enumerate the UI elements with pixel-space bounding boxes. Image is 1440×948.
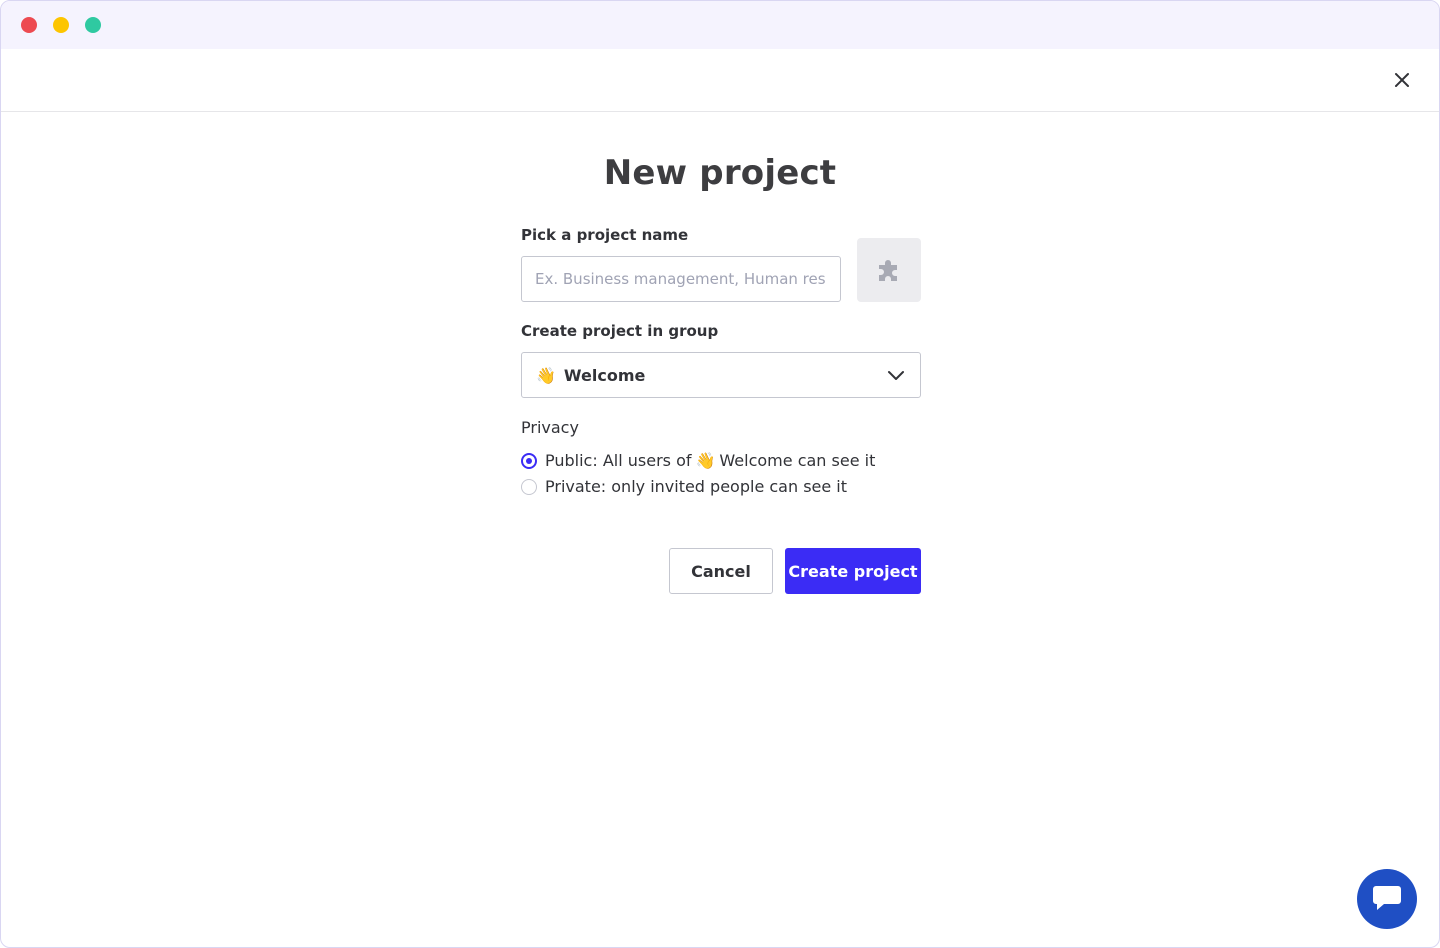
title-bar [1, 1, 1439, 49]
chat-icon [1373, 886, 1401, 910]
private-radio[interactable] [521, 478, 537, 495]
page-title: New project [603, 153, 837, 193]
window-minimize-dot[interactable] [53, 17, 69, 33]
privacy-public-option[interactable]: Public: All users of 👋 Welcome can see i… [521, 451, 875, 470]
privacy-label: Privacy [521, 418, 579, 437]
project-icon-picker[interactable] [857, 238, 921, 302]
cancel-button[interactable]: Cancel [669, 548, 773, 594]
window-close-dot[interactable] [21, 17, 37, 33]
chat-launcher-button[interactable] [1357, 869, 1417, 929]
project-name-label: Pick a project name [521, 226, 689, 244]
public-radio[interactable] [521, 452, 537, 469]
group-select[interactable]: 👋 Welcome [521, 352, 921, 398]
group-label: Create project in group [521, 322, 719, 340]
public-option-prefix: Public: All users of [545, 451, 692, 470]
create-project-button[interactable]: Create project [785, 548, 921, 594]
chevron-down-icon [886, 365, 906, 385]
puzzle-piece-icon [879, 260, 897, 281]
window-maximize-dot[interactable] [85, 17, 101, 33]
waving-hand-icon: 👋 [536, 365, 556, 385]
project-name-input[interactable] [521, 256, 841, 302]
app-window: New project Pick a project name Create p… [0, 0, 1440, 948]
waving-hand-icon: 👋 [695, 451, 716, 470]
public-option-suffix: Welcome can see it [719, 451, 876, 470]
close-button[interactable] [1389, 67, 1415, 93]
group-select-value: Welcome [563, 365, 646, 385]
private-option-text: Private: only invited people can see it [545, 477, 848, 496]
dialog-header [1, 49, 1439, 112]
close-icon [1395, 73, 1409, 87]
privacy-private-option[interactable]: Private: only invited people can see it [521, 477, 847, 496]
